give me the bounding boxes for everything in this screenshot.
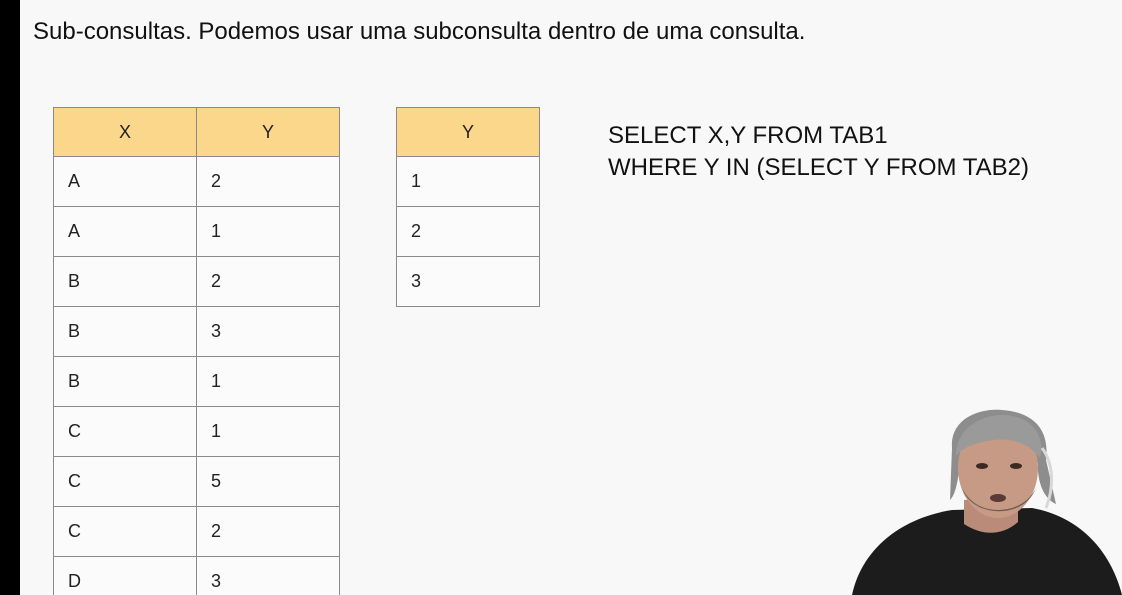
- cell-y: 2: [196, 256, 340, 307]
- table-row: B 3: [53, 306, 340, 357]
- table-row: 1: [396, 156, 540, 207]
- table-row: A 2: [53, 156, 340, 207]
- sql-line: SELECT X,Y FROM TAB1: [608, 122, 888, 149]
- cell-x: A: [53, 156, 197, 207]
- table-row: B 1: [53, 356, 340, 407]
- cell-y: 1: [396, 156, 540, 207]
- cell-y: 1: [196, 206, 340, 257]
- cell-x: C: [53, 506, 197, 557]
- cell-y: 3: [196, 306, 340, 357]
- column-header-y: Y: [196, 107, 340, 157]
- table-row: C 5: [53, 456, 340, 507]
- table-tab1: X Y A 2 A 1 B 2 B 3 B 1 C 1 C 5 C 2 D 3: [53, 107, 340, 595]
- table-row: A 1: [53, 206, 340, 257]
- cell-y: 5: [196, 456, 340, 507]
- table-header-row: X Y: [53, 107, 340, 157]
- cell-x: B: [53, 306, 197, 357]
- table-tab2: Y 1 2 3: [396, 107, 540, 307]
- table-row: C 1: [53, 406, 340, 457]
- slide-title: Sub-consultas. Podemos usar uma subconsu…: [33, 18, 806, 45]
- cell-y: 1: [196, 356, 340, 407]
- table-row: D 3: [53, 556, 340, 595]
- cell-y: 2: [196, 156, 340, 207]
- cell-x: B: [53, 356, 197, 407]
- cell-x: A: [53, 206, 197, 257]
- presenter-webcam-image: [852, 409, 1122, 595]
- table-header-row: Y: [396, 107, 540, 157]
- cell-y: 3: [196, 556, 340, 595]
- sql-line: WHERE Y IN (SELECT Y FROM TAB2): [608, 154, 1029, 181]
- table-row: C 2: [53, 506, 340, 557]
- column-header-y: Y: [396, 107, 540, 157]
- cell-y: 2: [196, 506, 340, 557]
- cell-x: C: [53, 406, 197, 457]
- cell-x: C: [53, 456, 197, 507]
- sql-query: SELECT X,Y FROM TAB1 WHERE Y IN (SELECT Y…: [608, 120, 1029, 184]
- cell-y: 2: [396, 206, 540, 257]
- table-row: B 2: [53, 256, 340, 307]
- table-row: 2: [396, 206, 540, 257]
- cell-x: D: [53, 556, 197, 595]
- column-header-x: X: [53, 107, 197, 157]
- table-row: 3: [396, 256, 540, 307]
- cell-y: 1: [196, 406, 340, 457]
- cell-x: B: [53, 256, 197, 307]
- slide: Sub-consultas. Podemos usar uma subconsu…: [20, 0, 1122, 595]
- cell-y: 3: [396, 256, 540, 307]
